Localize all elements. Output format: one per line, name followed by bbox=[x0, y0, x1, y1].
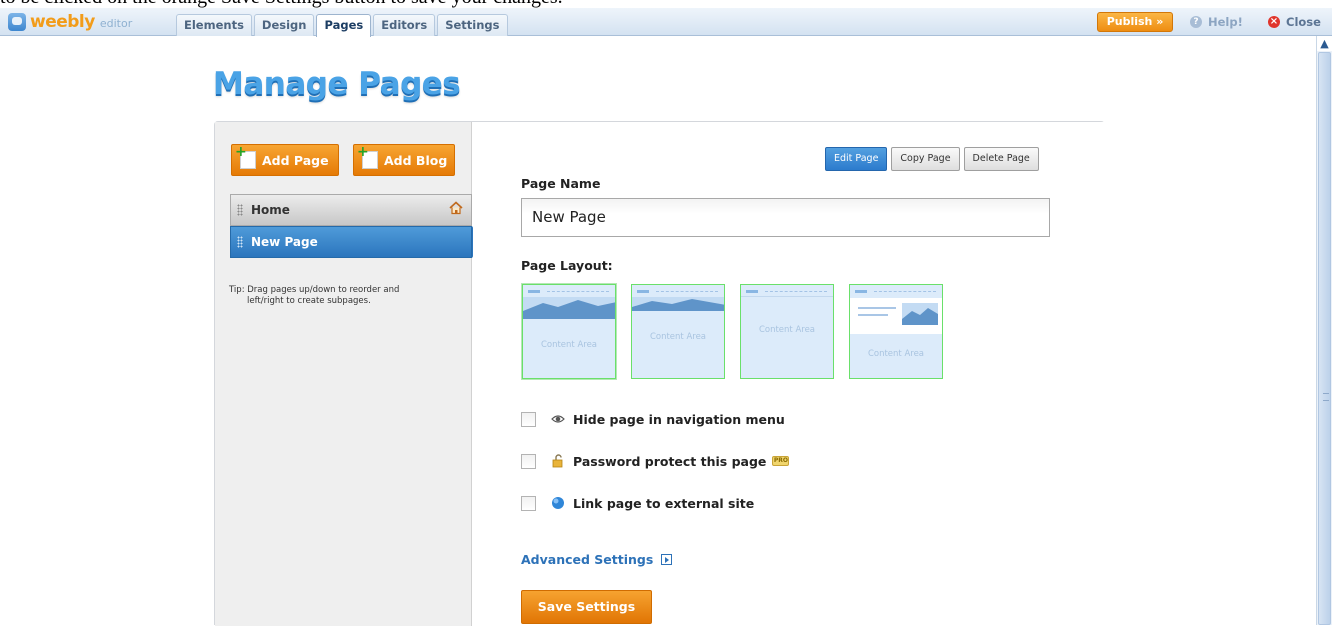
weebly-logo[interactable]: weebly editor bbox=[8, 11, 132, 33]
vertical-scrollbar[interactable]: ▲ bbox=[1316, 36, 1332, 625]
layout-text-line bbox=[858, 307, 896, 309]
lock-icon bbox=[552, 454, 563, 468]
page-item-label: Home bbox=[251, 203, 290, 217]
layout-nav-line bbox=[656, 291, 718, 292]
tab-pages[interactable]: Pages bbox=[316, 14, 372, 37]
page-layout-label: Page Layout: bbox=[521, 258, 613, 273]
globe-icon bbox=[552, 497, 564, 509]
add-blog-label: Add Blog bbox=[384, 152, 448, 168]
manage-pages-panel: Add Page Add Blog Home New Page Tip: bbox=[214, 121, 1105, 626]
layout-option-short-header[interactable]: Content Area bbox=[631, 284, 725, 379]
layout-nav-mark bbox=[855, 290, 867, 293]
hide-in-nav-label: Hide page in navigation menu bbox=[573, 411, 785, 427]
layout-option-side-image[interactable]: Content Area bbox=[849, 284, 943, 379]
page-title: Manage Pages bbox=[213, 66, 461, 102]
layout-caption: Content Area bbox=[758, 325, 816, 335]
home-icon bbox=[449, 201, 463, 215]
pro-badge: PRO bbox=[772, 456, 790, 466]
drag-handle-icon[interactable] bbox=[237, 236, 243, 248]
add-blog-button[interactable]: Add Blog bbox=[353, 144, 455, 176]
drag-handle-icon[interactable] bbox=[237, 204, 243, 216]
new-page-icon bbox=[235, 144, 256, 169]
external-link-label: Link page to external site bbox=[573, 495, 755, 511]
layout-nav-mark bbox=[637, 290, 649, 293]
layout-nav-mark bbox=[528, 290, 540, 293]
edit-page-button[interactable]: Edit Page bbox=[825, 147, 888, 171]
tip-line-2: left/right to create subpages. bbox=[247, 296, 371, 306]
password-protect-checkbox[interactable] bbox=[521, 453, 536, 469]
save-settings-button[interactable]: Save Settings bbox=[521, 590, 652, 624]
page-name-input[interactable]: New Page bbox=[521, 198, 1050, 237]
layout-nav-line bbox=[547, 291, 609, 292]
option-password-protect: Password protect this page PRO bbox=[521, 452, 790, 470]
tab-elements[interactable]: Elements bbox=[176, 14, 252, 36]
tip-line-1: Tip: Drag pages up/down to reorder and bbox=[229, 285, 400, 295]
layout-caption: Content Area bbox=[649, 332, 707, 342]
page-name-label: Page Name bbox=[521, 176, 601, 191]
password-protect-label: Password protect this page bbox=[573, 453, 767, 469]
landscape-banner-icon bbox=[523, 297, 615, 319]
advanced-settings-link[interactable]: Advanced Settings bbox=[521, 552, 673, 567]
close-link[interactable]: × Close bbox=[1268, 14, 1321, 30]
scroll-grip-icon bbox=[1323, 393, 1329, 401]
help-link[interactable]: ? Help! bbox=[1190, 14, 1243, 30]
hide-in-nav-checkbox[interactable] bbox=[521, 411, 536, 427]
landscape-banner-icon bbox=[632, 297, 724, 311]
main-tabs: Elements Design Pages Editors Settings bbox=[176, 14, 510, 37]
eye-icon bbox=[551, 415, 565, 423]
help-icon: ? bbox=[1190, 16, 1202, 28]
add-page-label: Add Page bbox=[262, 152, 329, 168]
layout-nav-line bbox=[874, 291, 936, 292]
add-page-button[interactable]: Add Page bbox=[231, 144, 339, 176]
delete-page-button[interactable]: Delete Page bbox=[963, 147, 1039, 171]
publish-button[interactable]: Publish » bbox=[1097, 12, 1173, 32]
option-hide-in-nav: Hide page in navigation menu bbox=[521, 410, 785, 428]
page-item-new-page[interactable]: New Page bbox=[230, 226, 482, 258]
logo-sub: editor bbox=[99, 17, 133, 30]
new-blog-icon bbox=[357, 144, 378, 169]
page-item-label: New Page bbox=[251, 235, 318, 249]
scrollbar-thumb[interactable] bbox=[1318, 52, 1331, 625]
top-toolbar: weebly editor Elements Design Pages Edit… bbox=[0, 8, 1332, 37]
scroll-up-arrow-icon[interactable]: ▲ bbox=[1317, 36, 1332, 51]
logo-word: weebly bbox=[30, 12, 95, 32]
close-label: Close bbox=[1286, 15, 1321, 29]
advanced-settings-label: Advanced Settings bbox=[521, 552, 654, 567]
page-item-home[interactable]: Home bbox=[230, 194, 472, 226]
layout-option-header-image[interactable]: Content Area bbox=[522, 284, 616, 379]
pages-sidebar: Add Page Add Blog Home New Page Tip: bbox=[215, 122, 482, 626]
layout-nav-mark bbox=[746, 290, 758, 293]
tab-design[interactable]: Design bbox=[253, 14, 315, 36]
caption-text: to be clicked on the orange Save Setting… bbox=[0, 0, 1332, 8]
landscape-thumbnail-icon bbox=[902, 303, 938, 325]
layout-caption: Content Area bbox=[867, 349, 925, 359]
page-settings: Edit Page Copy Page Delete Page Page Nam… bbox=[473, 122, 1105, 626]
option-external-link: Link page to external site bbox=[521, 494, 754, 512]
tab-settings[interactable]: Settings bbox=[437, 14, 508, 36]
layout-options: Content Area Content Area Content Area C… bbox=[522, 284, 958, 379]
expand-arrow-icon bbox=[661, 554, 673, 565]
layout-nav-line bbox=[765, 291, 827, 292]
external-link-checkbox[interactable] bbox=[521, 495, 536, 511]
page-list: Home New Page bbox=[230, 194, 482, 258]
reorder-tip: Tip: Drag pages up/down to reorder and l… bbox=[229, 285, 449, 307]
copy-page-button[interactable]: Copy Page bbox=[891, 147, 960, 171]
weebly-logo-icon bbox=[8, 13, 26, 31]
layout-option-no-header[interactable]: Content Area bbox=[740, 284, 834, 379]
close-icon: × bbox=[1268, 16, 1280, 28]
tab-editors[interactable]: Editors bbox=[373, 14, 436, 36]
help-label: Help! bbox=[1208, 15, 1243, 29]
page-actions: Edit Page Copy Page Delete Page bbox=[825, 147, 1043, 171]
layout-text-line bbox=[858, 314, 888, 316]
layout-caption: Content Area bbox=[540, 340, 598, 350]
layout-divider bbox=[741, 296, 833, 297]
